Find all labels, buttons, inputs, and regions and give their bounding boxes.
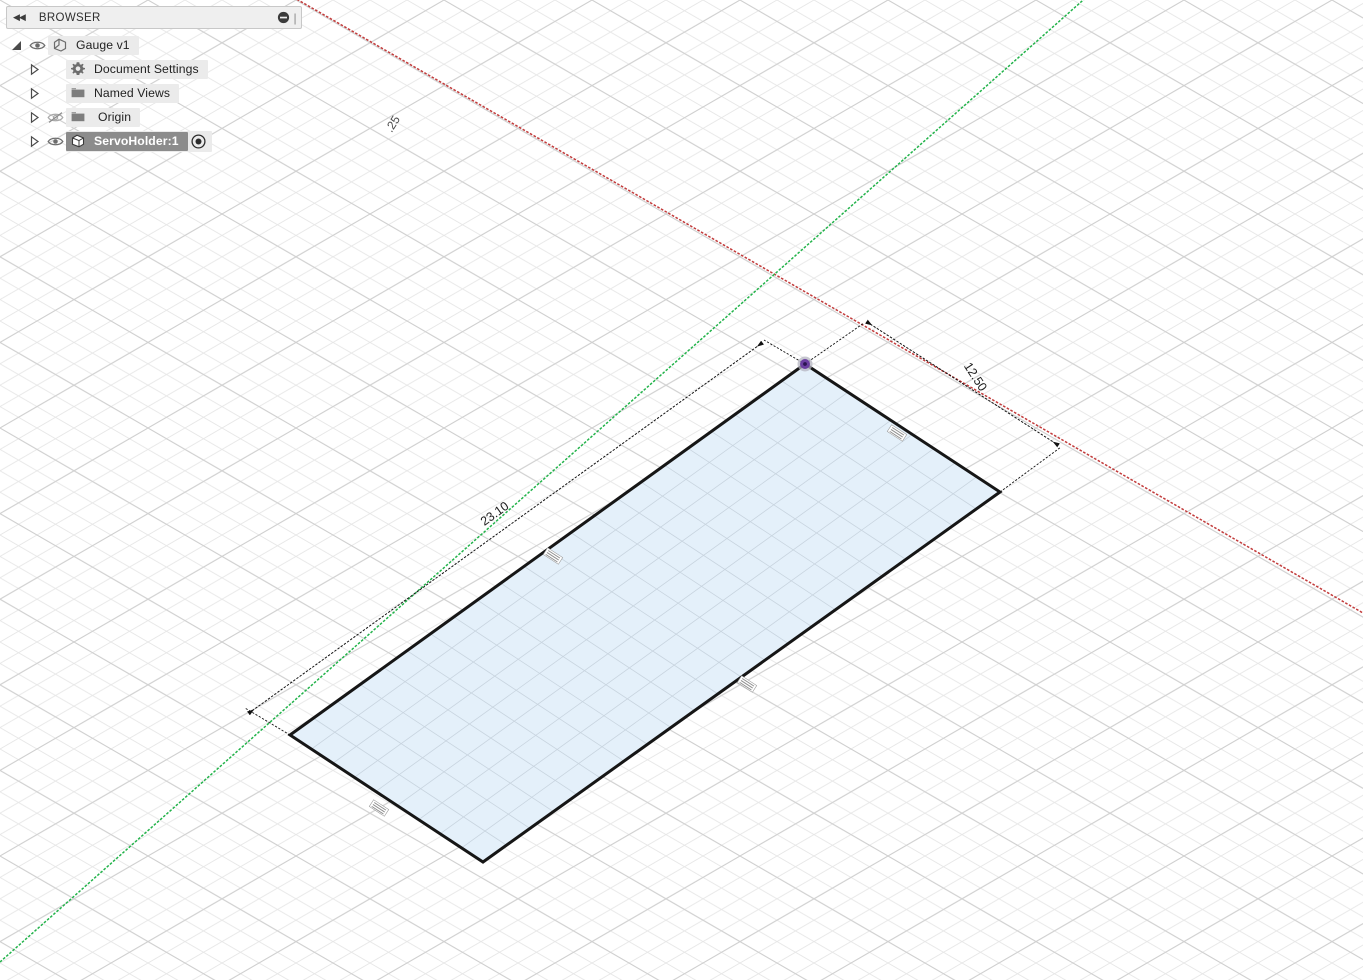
- tree-row-chip[interactable]: Document Settings: [66, 59, 208, 79]
- tree-node-label: Gauge v1: [76, 38, 130, 52]
- collapse-twisty-icon[interactable]: [24, 105, 44, 129]
- folder-icon: [68, 108, 88, 127]
- document-icon: [50, 36, 70, 55]
- selected-row-wrapper[interactable]: ServoHolder:1: [66, 129, 212, 153]
- collapse-twisty-icon[interactable]: [24, 81, 44, 105]
- collapse-panel-icon[interactable]: ◀◀: [13, 13, 27, 22]
- visibility-eye-icon[interactable]: [44, 129, 66, 153]
- collapse-twisty-icon[interactable]: [24, 57, 44, 81]
- activate-component-radio-icon[interactable]: [188, 129, 210, 153]
- visibility-eye-icon[interactable]: [26, 33, 48, 57]
- selected-sketch-point[interactable]: [797, 356, 813, 372]
- tree-row-chip[interactable]: Origin: [66, 107, 141, 127]
- tree-row-chip[interactable]: Named Views: [66, 83, 180, 103]
- browser-panel-title: BROWSER: [38, 11, 101, 24]
- browser-tree[interactable]: Gauge v1 Document Settings Named Views O…: [6, 29, 302, 153]
- tree-node-label: Named Views: [94, 86, 171, 100]
- component-icon: [68, 132, 88, 151]
- tree-row[interactable]: Named Views: [6, 81, 302, 105]
- minimize-icon[interactable]: [275, 10, 291, 26]
- tree-row[interactable]: Origin: [6, 105, 302, 129]
- folder-icon: [68, 84, 88, 103]
- fusion-app-window: .25 23.10 12.50 ◀◀ BROWSER | Gauge v1 Do…: [0, 0, 1363, 980]
- tree-node-label: Document Settings: [94, 62, 199, 76]
- panel-resize-grip[interactable]: |: [291, 10, 299, 25]
- tree-row-chip-selected[interactable]: ServoHolder:1: [66, 131, 188, 151]
- tree-row-servoholder[interactable]: ServoHolder:1: [6, 129, 302, 153]
- tree-node-label: Origin: [98, 110, 132, 124]
- browser-panel[interactable]: ◀◀ BROWSER | Gauge v1 Document Settings …: [6, 6, 302, 153]
- gear-icon: [68, 60, 88, 79]
- tree-row-chip[interactable]: Gauge v1: [48, 35, 139, 55]
- tree-row[interactable]: Document Settings: [6, 57, 302, 81]
- expand-twisty-icon[interactable]: [6, 33, 26, 57]
- collapse-twisty-icon[interactable]: [24, 129, 44, 153]
- browser-panel-header[interactable]: ◀◀ BROWSER |: [6, 6, 302, 29]
- tree-node-label: ServoHolder:1: [94, 134, 179, 148]
- tree-row[interactable]: Gauge v1: [6, 33, 302, 57]
- visibility-hidden-eye-icon[interactable]: [44, 105, 66, 129]
